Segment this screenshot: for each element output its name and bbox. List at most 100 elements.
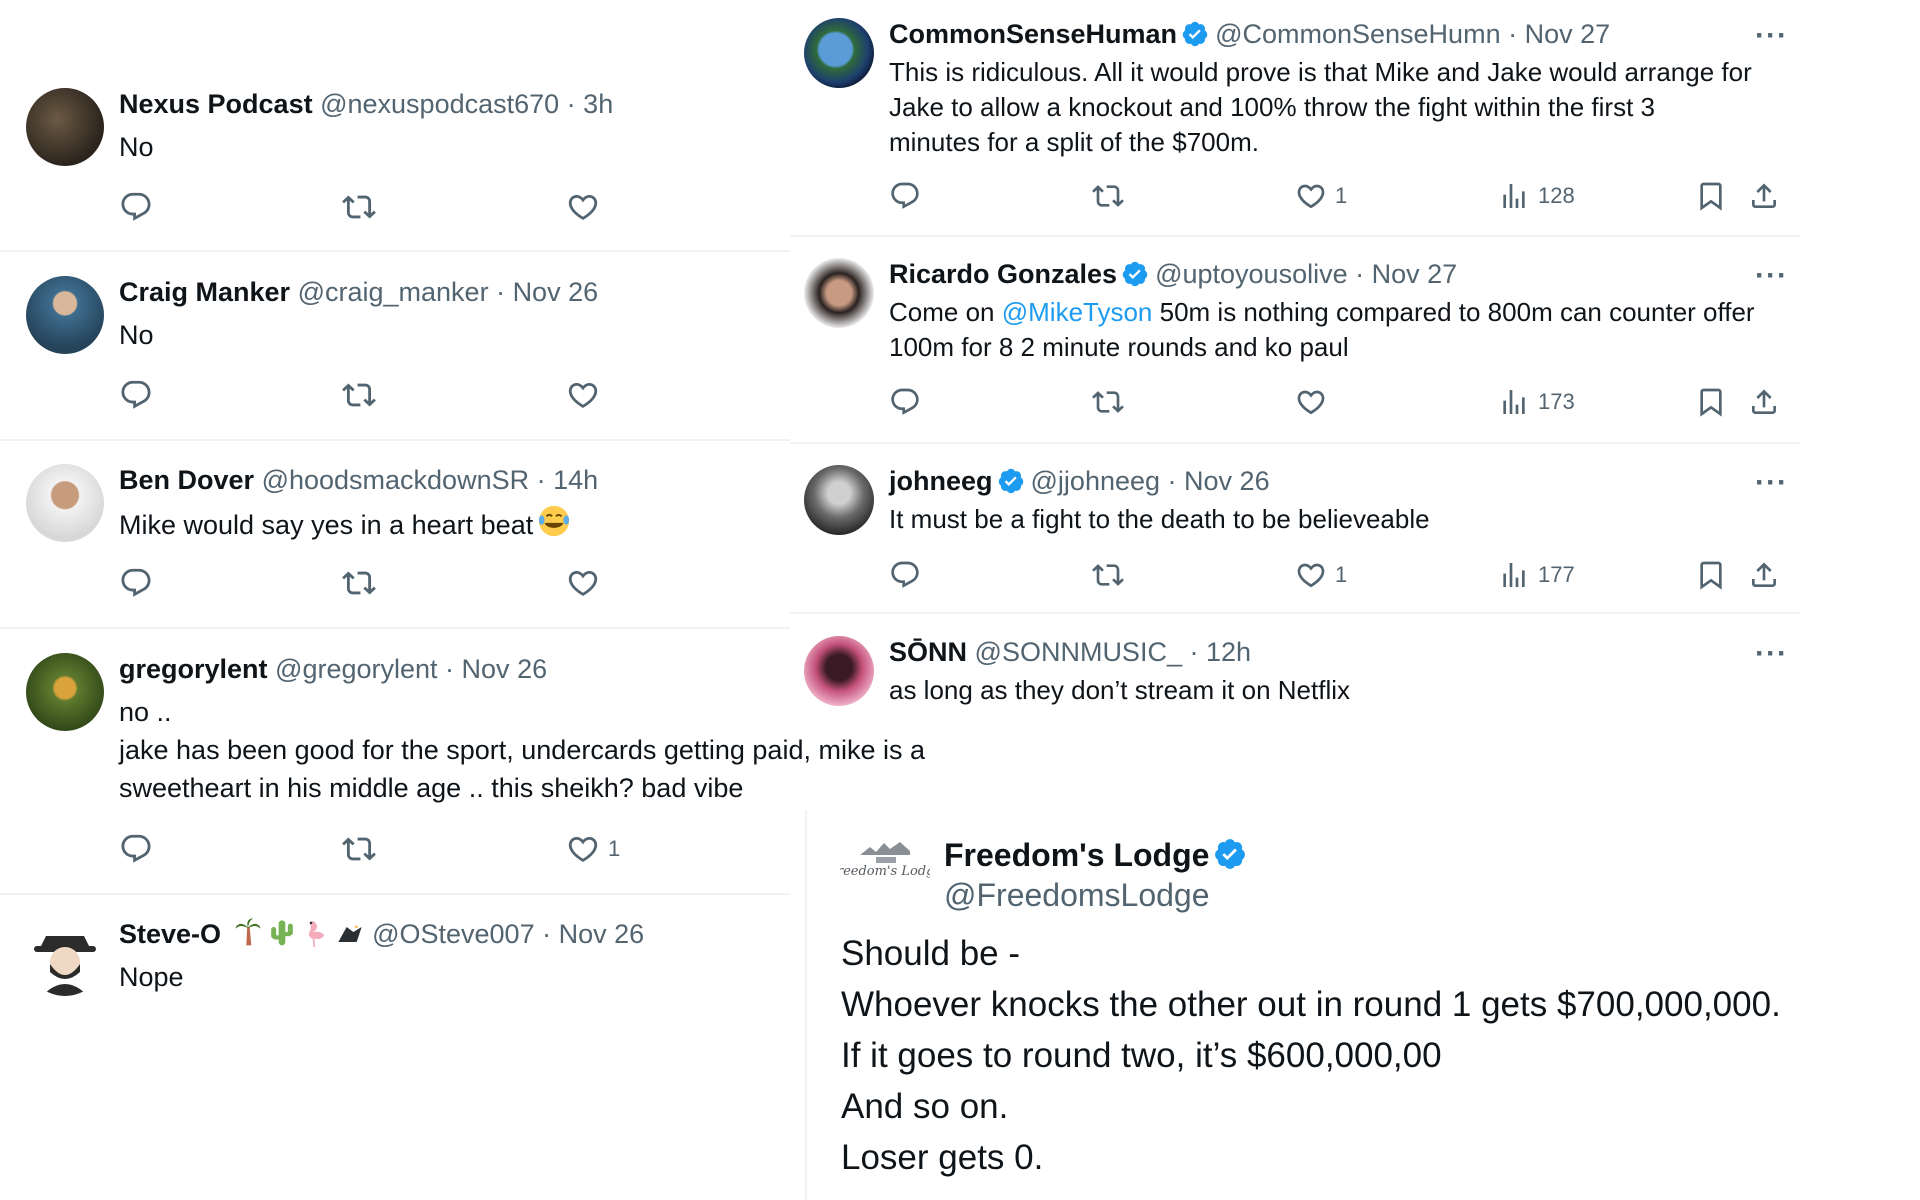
share-button[interactable]: [1748, 559, 1780, 591]
timestamp[interactable]: Nov 26: [462, 654, 548, 684]
like-button[interactable]: [1295, 386, 1335, 418]
author-name[interactable]: Ben Dover: [119, 465, 254, 495]
text-line: No: [119, 320, 154, 350]
more-button[interactable]: ···: [1755, 21, 1788, 51]
share-button[interactable]: [1748, 386, 1780, 418]
author-name[interactable]: Nexus Podcast: [119, 89, 313, 119]
repost-icon: [1092, 386, 1124, 418]
repost-icon: [342, 566, 376, 600]
timestamp[interactable]: Nov 26: [1184, 466, 1270, 496]
tweet-reply[interactable]: CommonSenseHuman @CommonSenseHumn · Nov 2…: [790, 0, 1800, 235]
separator: ·: [1181, 637, 1206, 667]
like-button[interactable]: 1: [1295, 559, 1347, 591]
tweet-reply[interactable]: Craig Manker @craig_manker · Nov 26 No: [0, 258, 790, 438]
author-name[interactable]: Craig Manker: [119, 277, 290, 307]
text-line: Should be -: [841, 934, 1021, 973]
heart-icon: [1295, 386, 1327, 418]
author-handle[interactable]: @CommonSenseHumn: [1215, 19, 1501, 49]
mention-link[interactable]: @MikeTyson: [1002, 297, 1153, 327]
views-button[interactable]: 177: [1498, 559, 1575, 591]
avatar[interactable]: [804, 465, 874, 535]
more-button[interactable]: ···: [1755, 639, 1788, 669]
like-button[interactable]: 1: [566, 832, 620, 866]
tweet-reply[interactable]: Ben Dover @hoodsmackdownSR · 14h Mike wo…: [0, 446, 790, 626]
author-name[interactable]: SŌNN: [889, 637, 967, 667]
like-button[interactable]: [566, 566, 600, 600]
repost-button[interactable]: [1092, 386, 1124, 418]
author-handle[interactable]: @jjohneeg: [1031, 466, 1161, 496]
bookmark-button[interactable]: [1695, 559, 1727, 591]
author-name[interactable]: Steve-O: [119, 919, 221, 949]
tweet-reply[interactable]: johneeg @jjohneeg · Nov 26 ··· It must be…: [790, 447, 1800, 612]
reply-button[interactable]: [119, 566, 153, 600]
avatar[interactable]: [26, 464, 104, 542]
like-count: 1: [608, 836, 621, 861]
author-handle[interactable]: @nexuspodcast670: [320, 89, 559, 119]
author-name[interactable]: gregorylent: [119, 654, 268, 684]
author-handle[interactable]: @SONNMUSIC_: [975, 637, 1182, 667]
tweet-reply[interactable]: Nexus Podcast @nexuspodcast670 · 3h No: [0, 70, 790, 250]
reply-button[interactable]: [119, 378, 153, 412]
author-handle[interactable]: @uptoyousolive: [1155, 259, 1348, 289]
author-handle[interactable]: @OSteve007: [372, 919, 535, 949]
reply-button[interactable]: [889, 559, 921, 591]
separator: ·: [488, 277, 513, 307]
author-handle[interactable]: @craig_manker: [298, 277, 489, 307]
profile-logo[interactable]: Freedom's Lodge: [827, 833, 942, 889]
tweet-header: johneeg @jjohneeg · Nov 26: [889, 464, 1270, 498]
main-post[interactable]: Freedom's Lodge Freedom's Lodge @Freedom…: [805, 810, 1920, 1200]
avatar[interactable]: [26, 653, 104, 731]
author-name[interactable]: CommonSenseHuman: [889, 19, 1177, 49]
reply-icon: [119, 832, 153, 866]
author-handle[interactable]: @gregorylent: [275, 654, 438, 684]
reply-button[interactable]: [889, 386, 921, 418]
bookmark-button[interactable]: [1695, 180, 1727, 212]
avatar[interactable]: [804, 18, 874, 88]
tweet-header: Ben Dover @hoodsmackdownSR · 14h: [119, 463, 598, 497]
lodge-logo-icon: Freedom's Lodge: [827, 842, 942, 879]
avatar[interactable]: [804, 258, 874, 328]
timestamp[interactable]: Nov 26: [559, 919, 645, 949]
tweet-reply[interactable]: SŌNN @SONNMUSIC_ · 12h ··· as long as th…: [790, 618, 1800, 718]
views-button[interactable]: 173: [1498, 386, 1575, 418]
divider: [0, 627, 790, 629]
views-button[interactable]: 128: [1498, 180, 1575, 212]
repost-button[interactable]: [342, 378, 376, 412]
avatar[interactable]: [26, 88, 104, 166]
separator: ·: [1500, 19, 1525, 49]
timestamp[interactable]: 12h: [1206, 637, 1251, 667]
repost-button[interactable]: [342, 190, 376, 224]
like-button[interactable]: [566, 190, 600, 224]
author-name[interactable]: Freedom's Lodge: [944, 837, 1209, 873]
reply-button[interactable]: [119, 832, 153, 866]
bookmark-button[interactable]: [1695, 386, 1727, 418]
author-name[interactable]: johneeg: [889, 466, 993, 496]
author-handle[interactable]: @hoodsmackdownSR: [262, 465, 530, 495]
avatar[interactable]: [804, 636, 874, 706]
timestamp[interactable]: Nov 27: [1372, 259, 1458, 289]
share-button[interactable]: [1748, 180, 1780, 212]
author-handle[interactable]: @FreedomsLodge: [944, 877, 1210, 913]
timestamp[interactable]: Nov 26: [513, 277, 599, 307]
repost-button[interactable]: [1092, 559, 1124, 591]
like-button[interactable]: 1: [1295, 180, 1347, 212]
author-name[interactable]: Ricardo Gonzales: [889, 259, 1117, 289]
like-button[interactable]: [566, 378, 600, 412]
more-button[interactable]: ···: [1755, 468, 1788, 498]
timestamp[interactable]: Nov 27: [1525, 19, 1611, 49]
repost-button[interactable]: [1092, 180, 1124, 212]
reply-button[interactable]: [889, 180, 921, 212]
repost-button[interactable]: [342, 566, 376, 600]
cactus-icon: [270, 920, 293, 946]
tweet-reply[interactable]: Ricardo Gonzales @uptoyousolive · Nov 27 …: [790, 240, 1800, 440]
repost-button[interactable]: [342, 832, 376, 866]
repost-icon: [342, 832, 376, 866]
tweet-reply[interactable]: Steve-O @OSteve007 · Nov 26 Nope: [0, 900, 790, 1020]
timestamp[interactable]: 3h: [583, 89, 613, 119]
reply-button[interactable]: [119, 190, 153, 224]
text-line: No: [119, 132, 154, 162]
avatar[interactable]: [26, 918, 104, 996]
more-button[interactable]: ···: [1755, 261, 1788, 291]
avatar[interactable]: [26, 276, 104, 354]
timestamp[interactable]: 14h: [553, 465, 598, 495]
